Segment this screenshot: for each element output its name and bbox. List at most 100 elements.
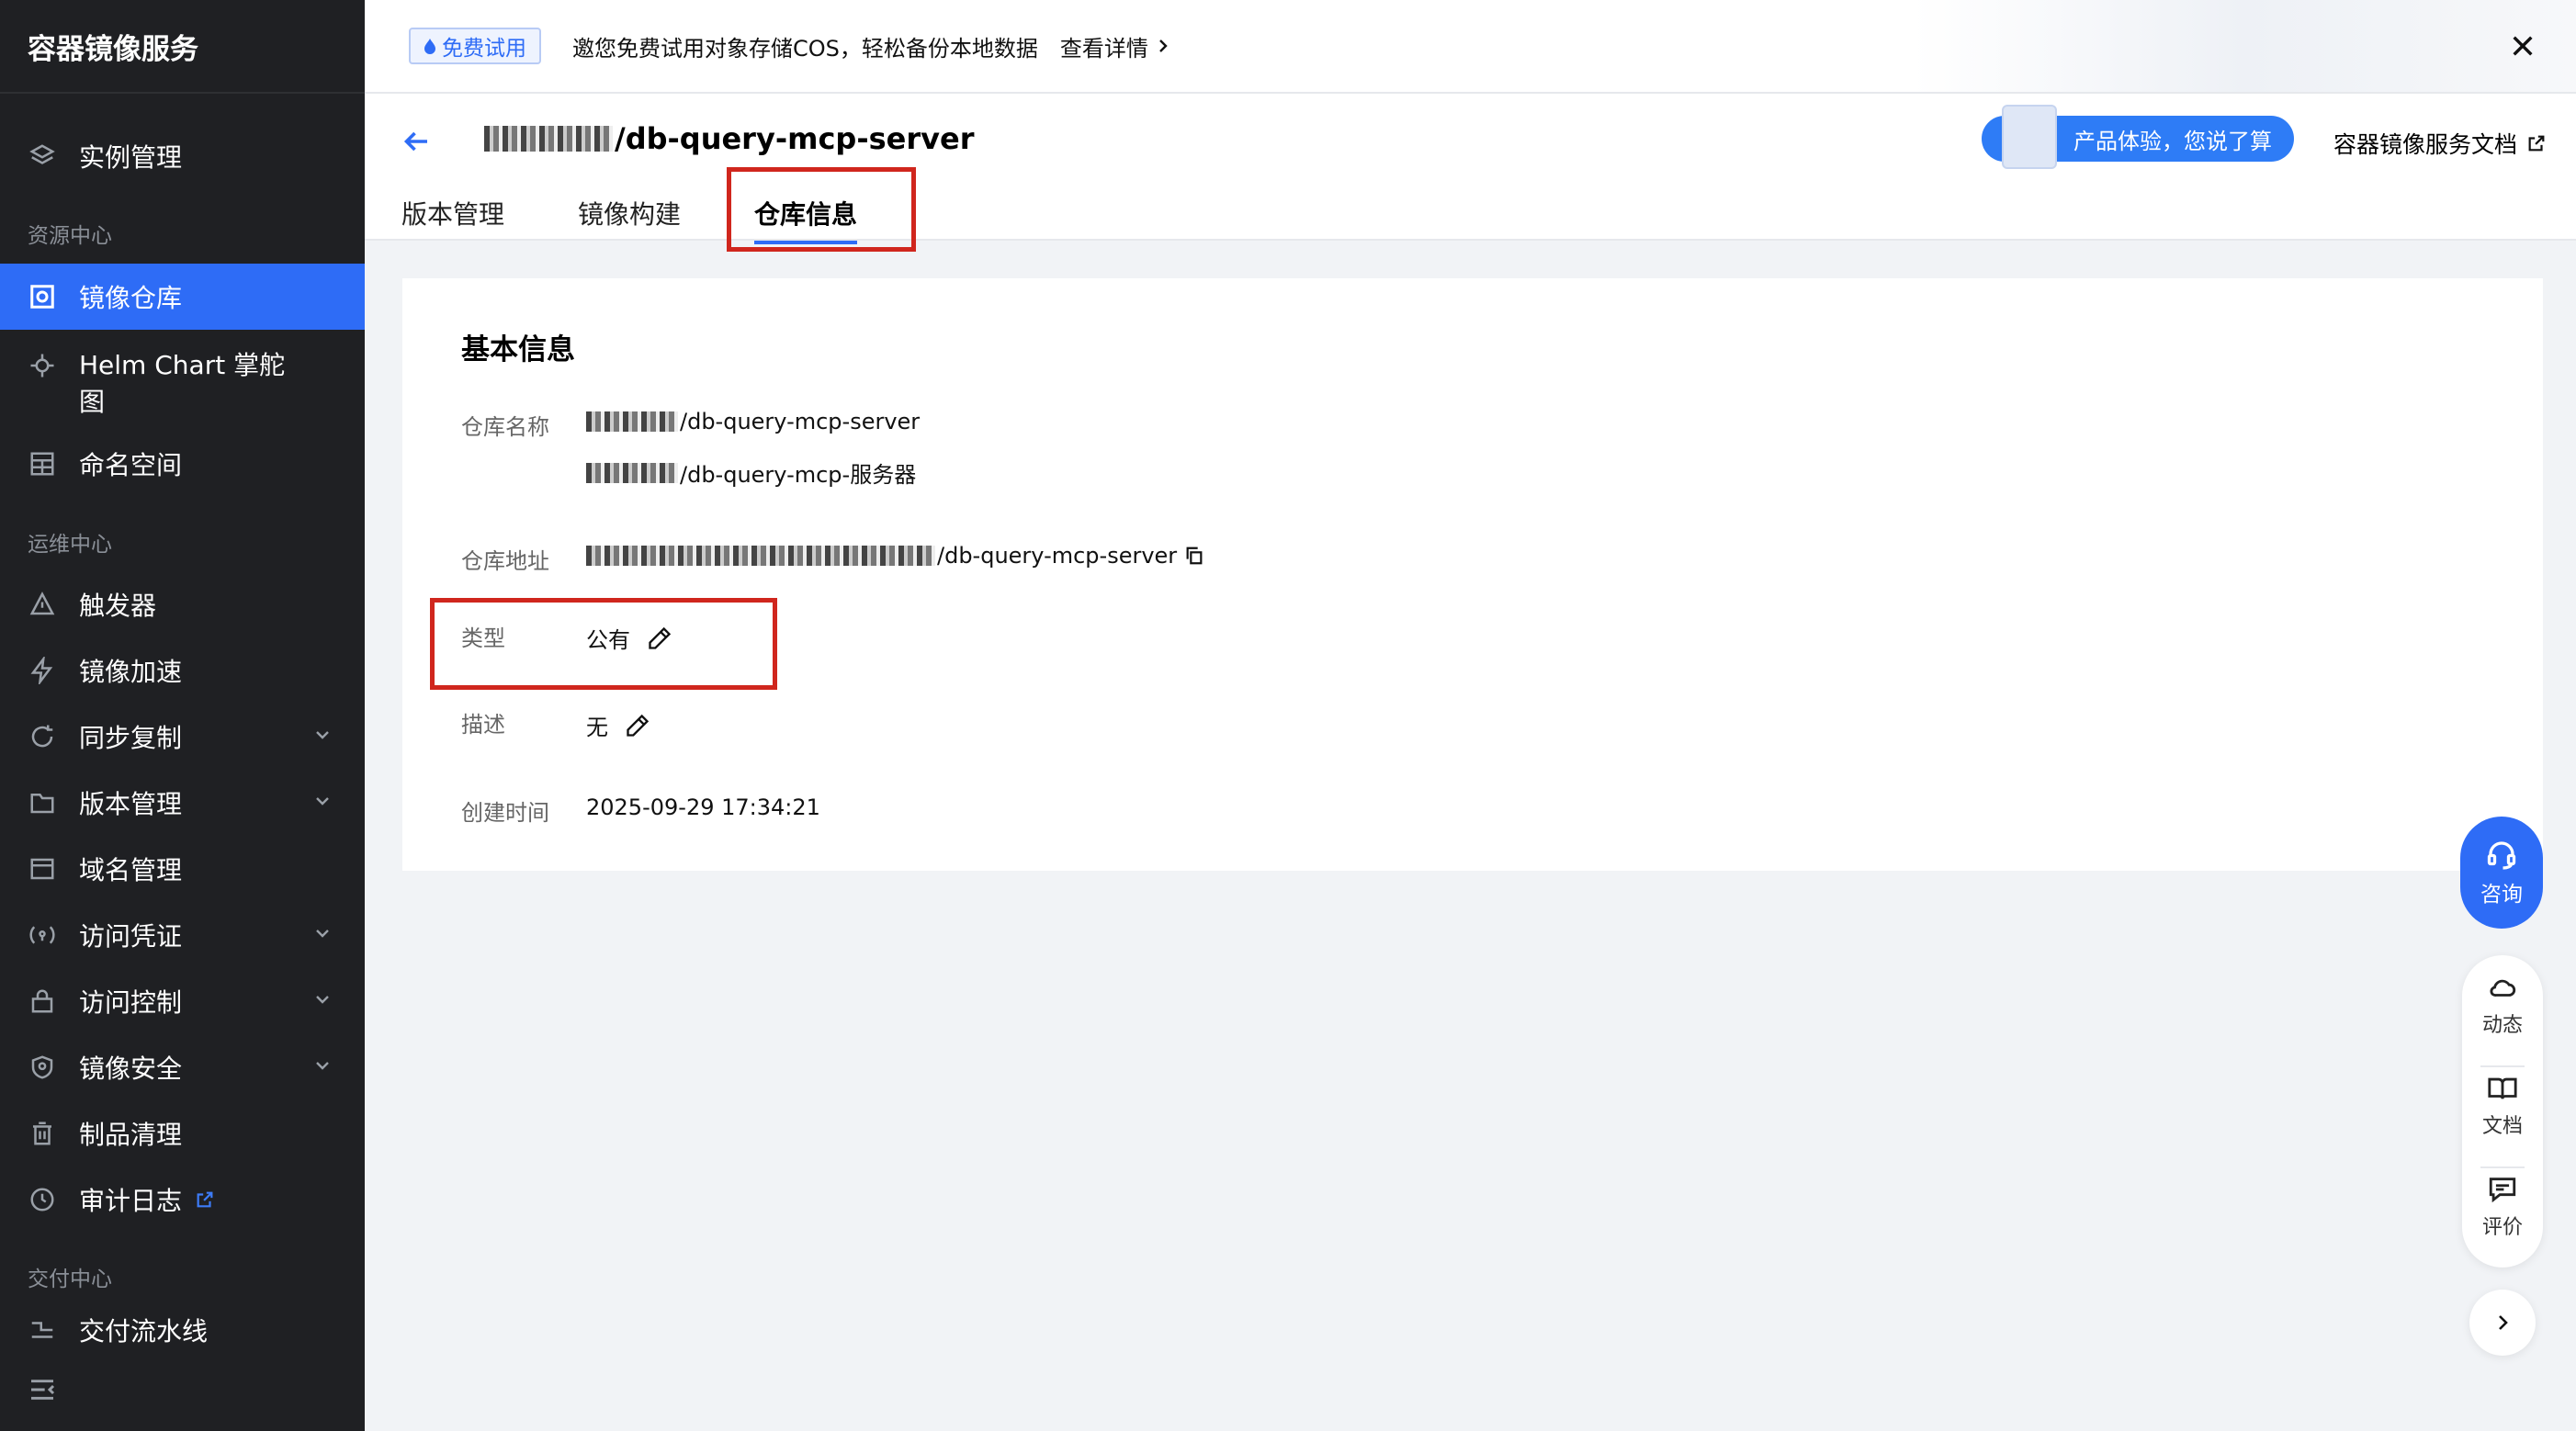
docs-link-label: 容器镜像服务文档 <box>2333 131 2518 158</box>
repo-name-text: /db-query-mcp-server <box>680 409 921 434</box>
feedback-button[interactable]: 产品体验，您说了算 <box>1982 105 2294 169</box>
tool-label: 文档 <box>2481 1115 2523 1138</box>
sidebar-item-repository[interactable]: 镜像仓库 <box>0 264 365 330</box>
sidebar-item-label: 命名空间 <box>79 450 183 480</box>
external-link-icon <box>197 1191 213 1208</box>
sidebar-item-helm[interactable]: Helm Chart 掌舵图 <box>0 331 365 423</box>
redacted-address <box>586 546 935 566</box>
chevron-down-icon[interactable] <box>311 724 333 746</box>
repo-address-value: /db-query-mcp-server <box>586 543 1204 569</box>
sidebar-item-acceleration[interactable]: 镜像加速 <box>0 637 365 704</box>
tab-build[interactable]: 镜像构建 <box>578 195 681 244</box>
page-header: /db-query-mcp-server 版本管理 镜像构建 仓库信息 产品体验… <box>365 94 2576 244</box>
banner-details-link[interactable]: 查看详情 <box>1060 30 1170 62</box>
collapse-menu-icon[interactable] <box>28 1375 57 1404</box>
badge-label: 免费试用 <box>442 37 526 61</box>
chevron-right-icon <box>1159 39 1168 52</box>
description-value: 无 <box>586 709 650 741</box>
basic-info-card: 基本信息 仓库名称 /db-query-mcp-server /db-query… <box>402 278 2543 871</box>
section-title: 基本信息 <box>461 333 575 366</box>
sidebar-item-cleanup[interactable]: 制品清理 <box>0 1100 365 1166</box>
helm-icon <box>28 351 57 380</box>
credential-icon <box>28 920 57 950</box>
repo-name-value: /db-query-mcp-server <box>586 409 920 434</box>
sidebar-item-label: 触发器 <box>79 591 157 621</box>
repo-name: /db-query-mcp-server <box>615 121 975 156</box>
sidebar-item-trigger[interactable]: 触发器 <box>0 571 365 637</box>
sidebar-item-label: Helm Chart 掌舵图 <box>79 350 286 417</box>
promo-banner: 免费试用 邀您免费试用对象存储COS，轻松备份本地数据 查看详情 <box>365 0 2576 94</box>
close-icon[interactable] <box>2508 31 2537 61</box>
sidebar-item-audit-log[interactable]: 审计日志 <box>0 1166 365 1233</box>
tool-docs[interactable]: 文档 <box>2462 1073 2543 1139</box>
description-text: 无 <box>586 715 608 740</box>
created-label: 创建时间 <box>461 800 549 826</box>
tool-label: 动态 <box>2481 1014 2523 1037</box>
sidebar-item-security[interactable]: 镜像安全 <box>0 1034 365 1100</box>
tab-versions[interactable]: 版本管理 <box>401 195 504 244</box>
sidebar-item-label: 镜像加速 <box>79 657 183 687</box>
section-delivery: 交付中心 <box>28 1268 112 1291</box>
feedback-doc-icon <box>2002 105 2057 169</box>
sidebar-item-pipeline[interactable]: 交付流水线 <box>0 1304 365 1356</box>
highlight-type-box <box>430 598 777 690</box>
repo-name-label: 仓库名称 <box>461 414 549 440</box>
namespace-icon <box>28 449 57 479</box>
copy-icon[interactable] <box>1184 546 1204 566</box>
sidebar-item-access-control[interactable]: 访问控制 <box>0 968 365 1034</box>
repository-icon <box>28 282 57 311</box>
sidebar-item-label: 制品清理 <box>79 1120 183 1150</box>
banner-link-label: 查看详情 <box>1059 35 1148 62</box>
free-trial-badge: 免费试用 <box>409 28 541 64</box>
sidebar-item-credential[interactable]: 访问凭证 <box>0 902 365 968</box>
sidebar-item-version[interactable]: 版本管理 <box>0 770 365 836</box>
tool-rating[interactable]: 评价 <box>2462 1174 2543 1240</box>
sidebar-item-label: 版本管理 <box>79 789 183 819</box>
consult-button[interactable]: 咨询 <box>2460 817 2543 929</box>
lightning-icon <box>28 656 57 685</box>
edit-pencil-icon[interactable] <box>625 713 650 738</box>
created-value: 2025-09-29 17:34:21 <box>586 794 820 820</box>
sidebar-item-instances[interactable]: 实例管理 <box>0 123 365 189</box>
sidebar: 容器镜像服务 实例管理 资源中心 镜像仓库 Helm Chart 掌舵图 命名空… <box>0 0 365 1431</box>
trash-icon <box>28 1119 57 1148</box>
sidebar-item-label: 同步复制 <box>79 723 183 753</box>
external-link-icon <box>2528 135 2545 152</box>
redacted-namespace <box>586 462 678 483</box>
divider <box>2480 1065 2525 1067</box>
docs-link[interactable]: 容器镜像服务文档 <box>2333 127 2547 160</box>
chevron-down-icon[interactable] <box>311 988 333 1010</box>
sidebar-item-label: 交付流水线 <box>79 1316 209 1346</box>
banner-text: 邀您免费试用对象存储COS，轻松备份本地数据 <box>572 35 1038 62</box>
sync-icon <box>28 722 57 751</box>
repo-name-alt-text: /db-query-mcp-服务器 <box>680 462 917 488</box>
tool-news[interactable]: 动态 <box>2462 972 2543 1038</box>
divider <box>2480 1166 2525 1168</box>
book-icon <box>2488 1077 2517 1099</box>
redacted-namespace <box>484 126 613 152</box>
lock-icon <box>28 986 57 1016</box>
pipeline-icon <box>28 1315 57 1345</box>
repo-address-text: /db-query-mcp-server <box>937 543 1178 569</box>
description-label: 描述 <box>461 712 505 738</box>
sidebar-item-label: 实例管理 <box>79 142 183 173</box>
sidebar-item-sync[interactable]: 同步复制 <box>0 704 365 770</box>
consult-label: 咨询 <box>2480 883 2523 907</box>
chevron-down-icon[interactable] <box>311 922 333 944</box>
page-title: /db-query-mcp-server <box>484 121 974 156</box>
tool-label: 评价 <box>2481 1216 2523 1239</box>
back-arrow-icon[interactable] <box>400 125 433 158</box>
history-icon <box>28 1185 57 1214</box>
sidebar-item-namespace[interactable]: 命名空间 <box>0 431 365 497</box>
chevron-down-icon[interactable] <box>311 1054 333 1076</box>
expand-panel-button[interactable] <box>2469 1290 2536 1356</box>
drop-icon <box>424 39 435 54</box>
section-resource: 资源中心 <box>28 224 112 248</box>
tools-panel: 动态 文档 评价 <box>2462 955 2543 1268</box>
sidebar-item-domain[interactable]: 域名管理 <box>0 836 365 902</box>
chevron-down-icon[interactable] <box>311 790 333 812</box>
sidebar-item-label: 镜像安全 <box>79 1054 183 1084</box>
app-title: 容器镜像服务 <box>0 0 365 94</box>
folder-icon <box>28 788 57 817</box>
repo-name-value-alt: /db-query-mcp-服务器 <box>586 456 916 489</box>
